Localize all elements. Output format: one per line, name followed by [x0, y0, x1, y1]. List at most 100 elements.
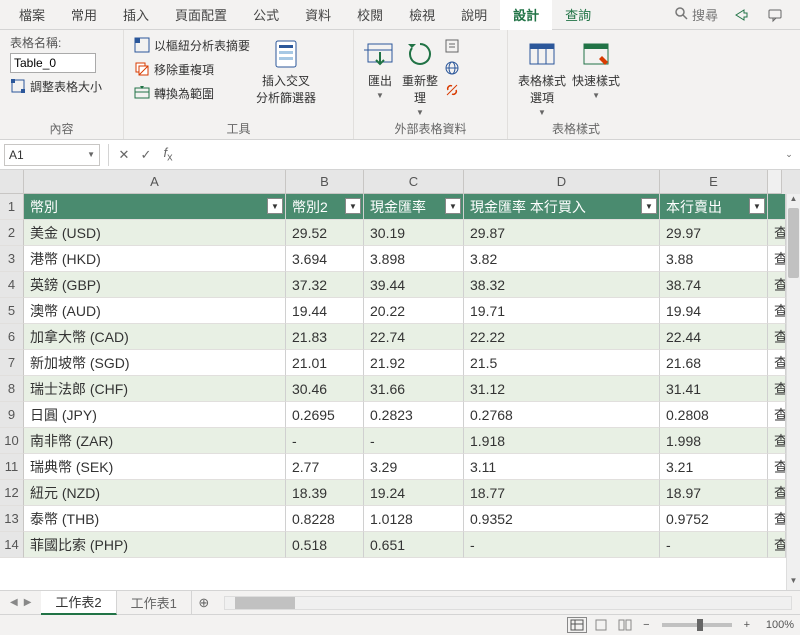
ribbon-tab-查詢[interactable]: 查詢	[552, 0, 604, 30]
row-header[interactable]: 8	[0, 376, 24, 402]
table-cell[interactable]: 查	[768, 298, 786, 324]
table-cell[interactable]: 查	[768, 506, 786, 532]
filter-dropdown-button[interactable]: ▼	[267, 198, 283, 214]
table-cell[interactable]: 21.5	[464, 350, 660, 376]
table-cell[interactable]: 紐元 (NZD)	[24, 480, 286, 506]
table-cell[interactable]: 0.8228	[286, 506, 364, 532]
table-cell[interactable]: 查	[768, 272, 786, 298]
table-cell[interactable]: 新加坡幣 (SGD)	[24, 350, 286, 376]
table-cell[interactable]: 19.44	[286, 298, 364, 324]
scroll-down-arrow[interactable]: ▼	[787, 576, 800, 590]
table-header-cell[interactable]: 本行賣出▼	[660, 194, 768, 220]
table-cell[interactable]: 19.71	[464, 298, 660, 324]
filter-dropdown-button[interactable]: ▼	[749, 198, 765, 214]
table-header-cell[interactable]	[768, 194, 786, 220]
table-cell[interactable]: 0.518	[286, 532, 364, 558]
ribbon-tab-校閱[interactable]: 校閱	[344, 0, 396, 30]
cancel-formula-button[interactable]: ✕	[113, 147, 135, 163]
row-header[interactable]: 5	[0, 298, 24, 324]
table-cell[interactable]: 18.97	[660, 480, 768, 506]
row-header[interactable]: 13	[0, 506, 24, 532]
table-cell[interactable]: 0.9752	[660, 506, 768, 532]
row-header[interactable]: 6	[0, 324, 24, 350]
table-cell[interactable]: 29.87	[464, 220, 660, 246]
zoom-level[interactable]: 100%	[758, 619, 794, 631]
table-header-cell[interactable]: 幣別2▼	[286, 194, 364, 220]
table-cell[interactable]: 19.94	[660, 298, 768, 324]
search-box[interactable]: 搜尋	[674, 4, 718, 26]
table-cell[interactable]: 查	[768, 454, 786, 480]
export-button[interactable]: 匯出 ▼	[364, 34, 396, 100]
table-cell[interactable]: 31.41	[660, 376, 768, 402]
select-all-corner[interactable]	[0, 170, 24, 194]
open-browser-icon[interactable]	[444, 60, 460, 76]
table-cell[interactable]: 0.2768	[464, 402, 660, 428]
name-box[interactable]: A1 ▼	[4, 144, 100, 166]
table-cell[interactable]: 查	[768, 246, 786, 272]
convert-range-button[interactable]: 轉換為範圍	[134, 82, 250, 104]
table-cell[interactable]: 查	[768, 428, 786, 454]
table-cell[interactable]: 0.2808	[660, 402, 768, 428]
table-style-options-button[interactable]: 表格樣式 選項 ▼	[518, 34, 566, 117]
table-cell[interactable]: 29.97	[660, 220, 768, 246]
scroll-thumb[interactable]	[235, 597, 295, 609]
ribbon-tab-資料[interactable]: 資料	[292, 0, 344, 30]
table-cell[interactable]: 查	[768, 350, 786, 376]
table-cell[interactable]: -	[464, 532, 660, 558]
share-button[interactable]	[730, 4, 752, 26]
row-header[interactable]: 4	[0, 272, 24, 298]
page-layout-view-button[interactable]	[591, 617, 611, 633]
table-cell[interactable]: 3.88	[660, 246, 768, 272]
column-header-E[interactable]: E	[660, 170, 768, 194]
properties-icon[interactable]	[444, 38, 460, 54]
column-header-A[interactable]: A	[24, 170, 286, 194]
ribbon-tab-插入[interactable]: 插入	[110, 0, 162, 30]
table-cell[interactable]: 21.68	[660, 350, 768, 376]
column-header-C[interactable]: C	[364, 170, 464, 194]
ribbon-tab-說明[interactable]: 說明	[448, 0, 500, 30]
table-cell[interactable]: 0.2823	[364, 402, 464, 428]
table-cell[interactable]: 37.32	[286, 272, 364, 298]
table-cell[interactable]: 0.2695	[286, 402, 364, 428]
column-header-B[interactable]: B	[286, 170, 364, 194]
table-cell[interactable]: 菲國比索 (PHP)	[24, 532, 286, 558]
table-cell[interactable]: 18.77	[464, 480, 660, 506]
table-cell[interactable]: 查	[768, 376, 786, 402]
table-cell[interactable]: 澳幣 (AUD)	[24, 298, 286, 324]
table-cell[interactable]: 1.0128	[364, 506, 464, 532]
table-header-cell[interactable]: 幣別▼	[24, 194, 286, 220]
zoom-out-button[interactable]: −	[639, 619, 653, 631]
ribbon-tab-檢視[interactable]: 檢視	[396, 0, 448, 30]
table-cell[interactable]: 美金 (USD)	[24, 220, 286, 246]
row-header[interactable]: 9	[0, 402, 24, 428]
row-header[interactable]: 2	[0, 220, 24, 246]
page-break-view-button[interactable]	[615, 617, 635, 633]
filter-dropdown-button[interactable]: ▼	[445, 198, 461, 214]
remove-duplicates-button[interactable]: 移除重複項	[134, 58, 250, 80]
table-cell[interactable]: 21.92	[364, 350, 464, 376]
table-cell[interactable]: 查	[768, 480, 786, 506]
sheet-nav-next[interactable]: ▶	[24, 597, 32, 608]
ribbon-tab-檔案[interactable]: 檔案	[6, 0, 58, 30]
row-header[interactable]: 1	[0, 194, 24, 220]
row-header[interactable]: 7	[0, 350, 24, 376]
table-cell[interactable]: 31.12	[464, 376, 660, 402]
table-cell[interactable]: 18.39	[286, 480, 364, 506]
scroll-up-arrow[interactable]: ▲	[787, 194, 800, 208]
table-cell[interactable]: 2.77	[286, 454, 364, 480]
sheet-tab[interactable]: 工作表1	[117, 591, 192, 615]
table-cell[interactable]: 查	[768, 324, 786, 350]
table-cell[interactable]: 31.66	[364, 376, 464, 402]
ribbon-tab-公式[interactable]: 公式	[240, 0, 292, 30]
table-cell[interactable]: 3.694	[286, 246, 364, 272]
table-cell[interactable]: 21.83	[286, 324, 364, 350]
zoom-slider[interactable]	[662, 623, 732, 627]
table-cell[interactable]: 港幣 (HKD)	[24, 246, 286, 272]
quick-styles-button[interactable]: 快速樣式 ▼	[572, 34, 620, 100]
table-cell[interactable]: 22.74	[364, 324, 464, 350]
scroll-thumb[interactable]	[788, 208, 799, 278]
fx-button[interactable]: fx	[157, 145, 179, 164]
pivot-summary-button[interactable]: 以樞紐分析表摘要	[134, 34, 250, 56]
table-cell[interactable]: 查	[768, 532, 786, 558]
table-cell[interactable]: 19.24	[364, 480, 464, 506]
